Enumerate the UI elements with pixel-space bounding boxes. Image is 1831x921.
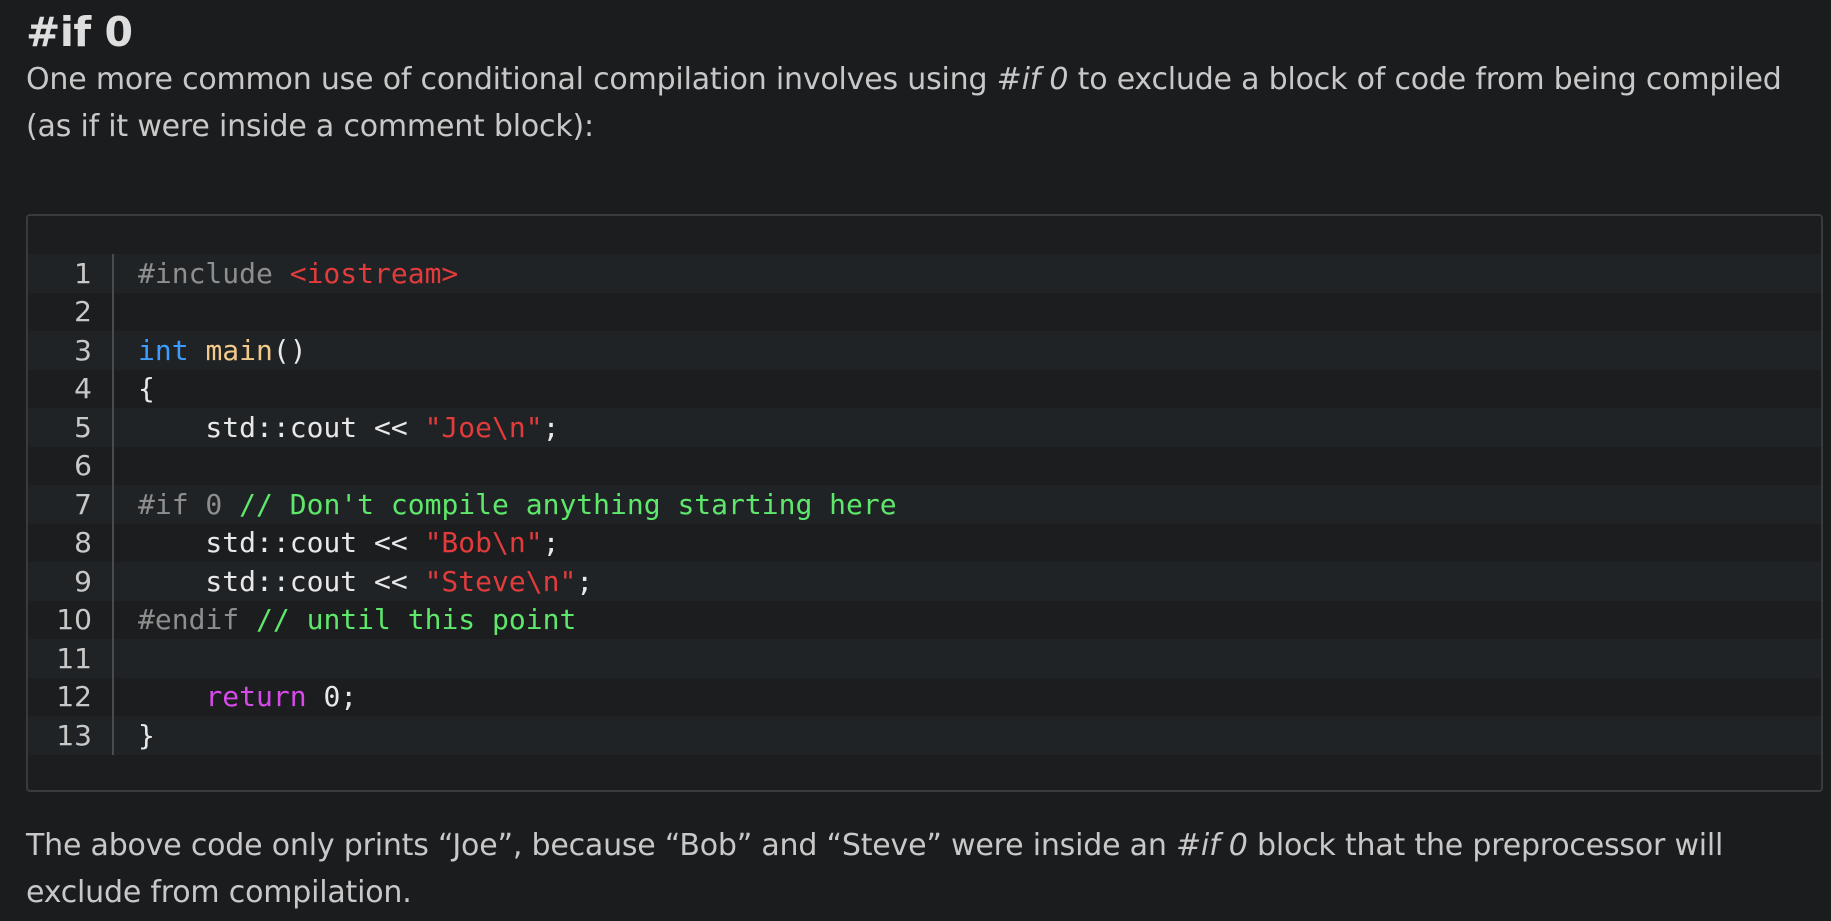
line-number: 4 [74,372,92,406]
code-lines: 1 #include <iostream> 2 3 int main() 4{5 std:… [28,254,1821,755]
code-line: 1 #include <iostream> [28,254,1821,293]
code-token: <iostream> [289,256,459,290]
code-token: } [138,718,155,752]
code-token: #endif [138,603,240,637]
code-token: ; [542,410,560,444]
code-text: #if 0 // Don't compile anything starting… [114,488,897,521]
code-text: { [114,372,155,405]
code-token: "Steve\n" [424,564,577,598]
code-text: std::cout << "Bob\n"; [114,526,559,559]
code-line: 2 [28,292,1821,331]
code-text: #include <iostream> [114,257,458,290]
code-text: } [114,719,155,752]
code-text: return 0; [114,680,357,713]
code-block[interactable]: 1 #include <iostream> 2 3 int main() 4{5 std:… [26,214,1823,792]
gutter-divider [112,446,114,485]
code-token: // Don't compile anything starting here [222,487,897,521]
code-token: int [138,333,189,367]
intro-text-before: One more common use of conditional compi… [26,62,997,97]
intro-paragraph: One more common use of conditional compi… [26,56,1805,150]
code-token: #include [138,256,290,290]
code-token: () [272,333,307,367]
code-line: 9 std::cout << "Steve\n"; [28,562,1821,601]
code-line: 10 #endif // until this point [28,600,1821,639]
line-number: 10 [56,603,92,637]
code-line: 3 int main() [28,331,1821,370]
code-token: { [138,372,155,406]
line-number: 5 [74,410,92,444]
section-heading: #if 0 [26,8,133,56]
code-line: 12 return 0; [28,677,1821,716]
code-text: #endif // until this point [114,603,576,636]
code-token: ; [542,526,560,560]
code-line: 5 std::cout << "Joe\n"; [28,408,1821,447]
code-token: ; [576,564,594,598]
code-line: 4{ [28,369,1821,408]
code-token: 0; [306,680,358,714]
code-token: std::cout << [138,526,425,560]
code-token: std::cout << [138,564,425,598]
line-number: 8 [74,526,92,560]
article-section: #if 0 One more common use of conditional… [0,0,1831,921]
code-line: 6 [28,446,1821,485]
outro-text-before: The above code only prints “Joe”, becaus… [26,828,1176,863]
outro-paragraph: The above code only prints “Joe”, becaus… [26,822,1816,916]
code-token: // until this point [239,603,577,637]
code-line: 11 [28,639,1821,678]
gutter-divider [112,639,114,678]
outro-emphasis: #if 0 [1176,828,1248,863]
line-number: 2 [74,295,92,329]
line-number: 7 [74,487,92,521]
line-number: 3 [74,333,92,367]
line-number: 1 [74,256,92,290]
code-token: std::cout << [138,410,425,444]
gutter-divider [112,292,114,331]
code-token: "Bob\n" [424,526,543,560]
code-text: int main() [114,334,307,367]
code-token: main [205,333,273,367]
line-number: 13 [56,718,92,752]
code-token: #if 0 [138,487,223,521]
line-number: 11 [56,641,92,675]
code-line: 13} [28,716,1821,755]
code-text: std::cout << "Joe\n"; [114,411,559,444]
code-line: 7 #if 0 // Don't compile anything startin… [28,485,1821,524]
code-token: "Joe\n" [424,410,543,444]
code-token: return [205,680,307,714]
code-line: 8 std::cout << "Bob\n"; [28,523,1821,562]
line-number: 12 [56,680,92,714]
line-number: 6 [74,449,92,483]
code-text: std::cout << "Steve\n"; [114,565,593,598]
intro-emphasis: #if 0 [996,62,1069,97]
line-number: 9 [74,564,92,598]
